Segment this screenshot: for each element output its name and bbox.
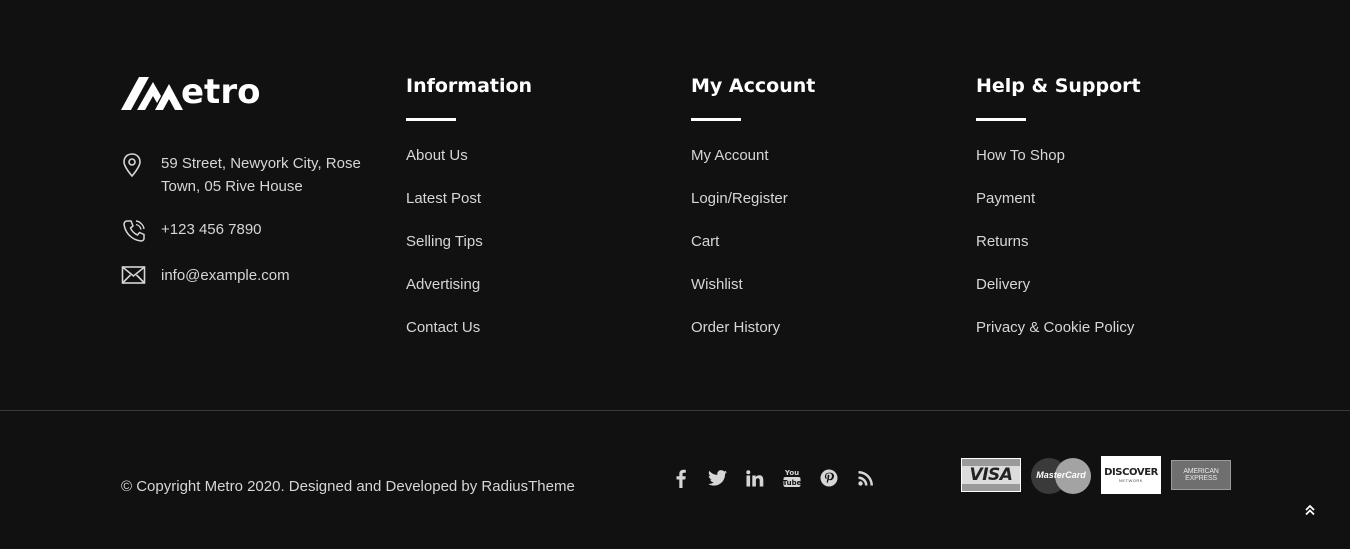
brand-column: etro 59 Street, Newyork City, Rose Town,… bbox=[121, 72, 371, 310]
column-heading: My Account bbox=[691, 75, 816, 97]
help-support-links: How To Shop Payment Returns Delivery Pri… bbox=[976, 147, 1226, 337]
mastercard-label: MasterCard bbox=[1036, 470, 1086, 480]
metro-logo[interactable]: etro bbox=[121, 72, 371, 112]
back-to-top-button[interactable] bbox=[1300, 500, 1320, 520]
footer-link-returns[interactable]: Returns bbox=[976, 233, 1226, 251]
footer-divider bbox=[0, 410, 1350, 411]
phone-text[interactable]: +123 456 7890 bbox=[161, 218, 262, 241]
copyright-text: © Copyright Metro 2020. Designed and Dev… bbox=[121, 478, 575, 495]
heading-underline bbox=[976, 118, 1026, 121]
social-links: You Tube bbox=[662, 466, 884, 490]
phone-icon bbox=[121, 218, 147, 244]
amex-card-icon: AMERICAN EXPRESS bbox=[1171, 460, 1231, 490]
youtube-icon[interactable]: You Tube bbox=[773, 466, 810, 490]
discover-card-icon: DISCOVER NETWORK bbox=[1101, 456, 1161, 494]
information-links: About Us Latest Post Selling Tips Advert… bbox=[406, 147, 656, 337]
facebook-icon[interactable] bbox=[662, 466, 699, 490]
my-account-links: My Account Login/Register Cart Wishlist … bbox=[691, 147, 941, 337]
column-heading: Information bbox=[406, 75, 533, 97]
payment-methods: VISA MasterCard DISCOVER NETWORK AMERICA… bbox=[961, 456, 1241, 494]
footer-link-how-to-shop[interactable]: How To Shop bbox=[976, 147, 1226, 165]
visa-card-icon: VISA bbox=[961, 458, 1021, 492]
footer-link-cart[interactable]: Cart bbox=[691, 233, 941, 251]
metro-logo-mark-icon bbox=[121, 77, 183, 110]
pinterest-icon[interactable] bbox=[810, 466, 847, 490]
help-support-column: Help & Support How To Shop Payment Retur… bbox=[976, 72, 1226, 362]
contact-info: 59 Street, Newyork City, Rose Town, 05 R… bbox=[121, 152, 371, 290]
footer-link-my-account[interactable]: My Account bbox=[691, 147, 941, 165]
my-account-column: My Account My Account Login/Register Car… bbox=[691, 72, 941, 362]
visa-band-bottom bbox=[962, 484, 1020, 491]
footer-link-order-history[interactable]: Order History bbox=[691, 319, 941, 337]
twitter-icon[interactable] bbox=[699, 466, 736, 490]
address-text: 59 Street, Newyork City, Rose Town, 05 R… bbox=[161, 155, 361, 195]
mastercard-icon: MasterCard bbox=[1031, 458, 1091, 494]
visa-label: VISA bbox=[969, 465, 1013, 485]
footer-link-payment[interactable]: Payment bbox=[976, 190, 1226, 208]
footer-link-latest-post[interactable]: Latest Post bbox=[406, 190, 656, 208]
footer-link-advertising[interactable]: Advertising bbox=[406, 276, 656, 294]
discover-label: DISCOVER bbox=[1104, 467, 1158, 478]
logo-text: etro bbox=[181, 72, 261, 112]
map-pin-icon bbox=[121, 152, 147, 178]
information-column: Information About Us Latest Post Selling… bbox=[406, 72, 656, 362]
envelope-icon bbox=[121, 264, 147, 290]
address-row: 59 Street, Newyork City, Rose Town, 05 R… bbox=[121, 152, 371, 198]
phone-row: +123 456 7890 bbox=[121, 218, 371, 244]
email-row: info@example.com bbox=[121, 264, 371, 290]
amex-label-line2: EXPRESS bbox=[1185, 475, 1217, 482]
discover-sub-label: NETWORK bbox=[1119, 478, 1143, 483]
footer-link-selling-tips[interactable]: Selling Tips bbox=[406, 233, 656, 251]
heading-underline bbox=[406, 118, 456, 121]
footer-link-delivery[interactable]: Delivery bbox=[976, 276, 1226, 294]
svg-text:Tube: Tube bbox=[783, 479, 801, 487]
linkedin-icon[interactable] bbox=[736, 466, 773, 490]
footer-link-privacy-cookie-policy[interactable]: Privacy & Cookie Policy bbox=[976, 319, 1226, 337]
double-chevron-up-icon bbox=[1305, 504, 1315, 516]
footer-link-login-register[interactable]: Login/Register bbox=[691, 190, 941, 208]
email-text[interactable]: info@example.com bbox=[161, 264, 290, 287]
footer-top: etro 59 Street, Newyork City, Rose Town,… bbox=[0, 0, 1350, 410]
rss-icon[interactable] bbox=[847, 466, 884, 490]
amex-label-line1: AMERICAN bbox=[1183, 468, 1219, 475]
footer-link-about-us[interactable]: About Us bbox=[406, 147, 656, 165]
heading-underline bbox=[691, 118, 741, 121]
footer-link-contact-us[interactable]: Contact Us bbox=[406, 319, 656, 337]
column-heading: Help & Support bbox=[976, 75, 1141, 97]
svg-text:You: You bbox=[783, 469, 798, 477]
footer-link-wishlist[interactable]: Wishlist bbox=[691, 276, 941, 294]
